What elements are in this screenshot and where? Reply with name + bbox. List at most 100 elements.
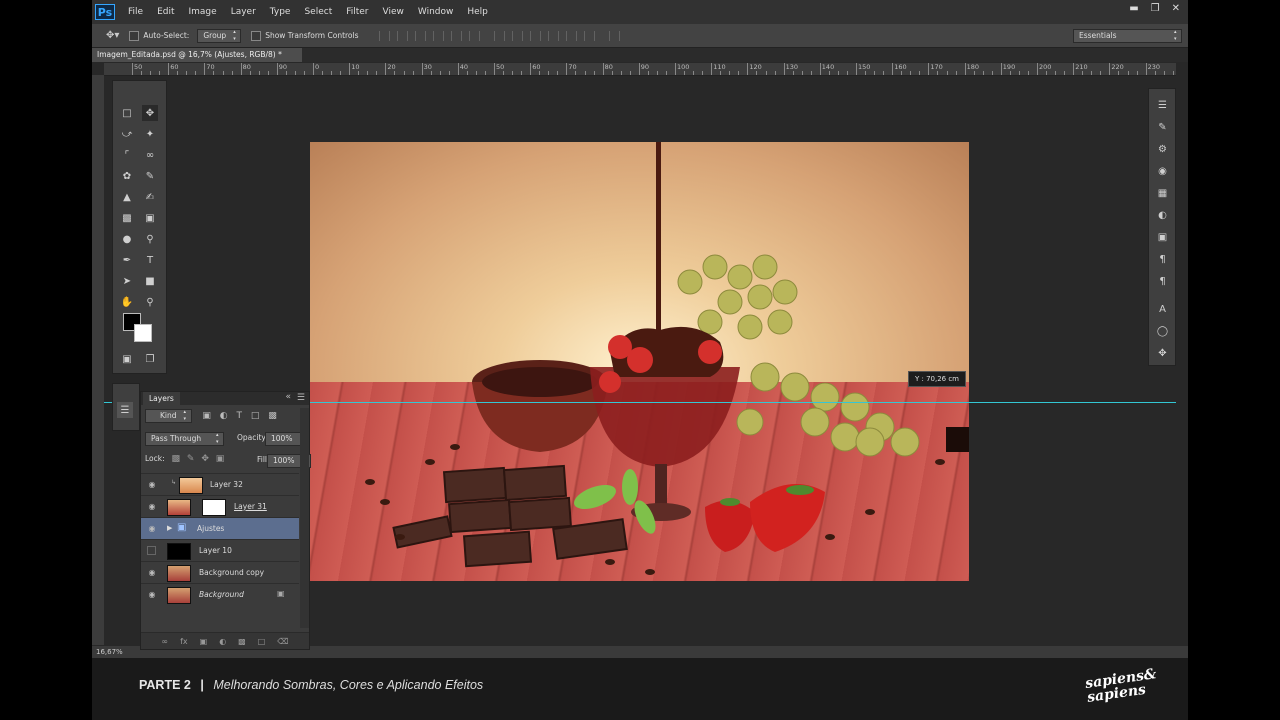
- quick-mask-icon[interactable]: ▣: [119, 351, 135, 367]
- vertical-ruler[interactable]: [92, 75, 104, 645]
- auto-select-checkbox[interactable]: [129, 30, 140, 41]
- filter-kind-dropdown[interactable]: Kind: [145, 409, 192, 423]
- menu-view[interactable]: View: [376, 7, 411, 17]
- new-group-icon[interactable]: ▩: [238, 637, 246, 646]
- delete-layer-icon[interactable]: ⌫: [277, 637, 288, 646]
- shape-tool-icon[interactable]: ■: [142, 273, 158, 289]
- distribute-bottom-icon[interactable]: [529, 30, 541, 41]
- layer-row[interactable]: Layer 10: [141, 539, 299, 561]
- minimize-icon[interactable]: ▬: [1129, 3, 1138, 14]
- auto-align-icon[interactable]: [608, 30, 620, 41]
- gradient-tool-icon[interactable]: ▣: [142, 210, 158, 226]
- adjustments-icon[interactable]: ◐: [1156, 209, 1169, 222]
- filter-adjustment-icon[interactable]: ◐: [220, 411, 228, 421]
- add-mask-icon[interactable]: ▣: [200, 637, 208, 646]
- quick-select-tool-icon[interactable]: ✦: [142, 126, 158, 142]
- layer-row-selected[interactable]: ◉ ▶ ▣ Ajustes: [141, 517, 299, 539]
- move-tool-icon[interactable]: ✥▾: [106, 30, 119, 41]
- character-icon[interactable]: A: [1156, 303, 1169, 316]
- align-top-icon[interactable]: [378, 30, 390, 41]
- dodge-tool-icon[interactable]: ⚲: [142, 231, 158, 247]
- close-icon[interactable]: ✕: [1172, 3, 1180, 14]
- distribute-right-icon[interactable]: [583, 30, 595, 41]
- workspace-dropdown[interactable]: Essentials: [1073, 29, 1182, 43]
- distribute-top-icon[interactable]: [493, 30, 505, 41]
- align-right-icon[interactable]: [468, 30, 480, 41]
- align-hcenter-icon[interactable]: [450, 30, 462, 41]
- layer-row[interactable]: ◉ Layer 31: [141, 495, 299, 517]
- brush-preset-icon[interactable]: ✎: [1156, 121, 1169, 134]
- expand-group-icon[interactable]: ▶: [167, 524, 172, 532]
- visibility-off-box[interactable]: [147, 546, 156, 555]
- menu-file[interactable]: File: [121, 7, 150, 17]
- path-selection-tool-icon[interactable]: ➤: [119, 273, 135, 289]
- brush-tool-icon[interactable]: ✎: [142, 168, 158, 184]
- eyedropper-tool-icon[interactable]: ∞: [142, 147, 158, 163]
- menu-edit[interactable]: Edit: [150, 7, 181, 17]
- layer-row[interactable]: ◉ Background copy: [141, 561, 299, 583]
- healing-brush-tool-icon[interactable]: ✿: [119, 168, 135, 184]
- color-icon[interactable]: ◉: [1156, 165, 1169, 178]
- restore-icon[interactable]: ❐: [1151, 3, 1160, 14]
- filter-type-icon[interactable]: T: [237, 411, 243, 421]
- properties-icon[interactable]: ▣: [1156, 231, 1169, 244]
- show-transform-checkbox[interactable]: [251, 30, 262, 41]
- zoom-level[interactable]: 16,67%: [96, 648, 123, 656]
- collapse-icon[interactable]: «: [285, 392, 291, 402]
- zoom-tool-icon[interactable]: ⚲: [142, 294, 158, 310]
- paragraph-icon[interactable]: ¶: [1156, 253, 1169, 266]
- background-color-swatch[interactable]: [134, 324, 152, 342]
- visibility-eye-icon[interactable]: ◉: [147, 568, 157, 577]
- lock-pixels-icon[interactable]: ✎: [187, 454, 195, 464]
- menu-filter[interactable]: Filter: [339, 7, 375, 17]
- layer-row[interactable]: ◉ ↳ Layer 32: [141, 473, 299, 495]
- filter-pixel-icon[interactable]: ▣: [202, 411, 211, 421]
- menu-help[interactable]: Help: [460, 7, 495, 17]
- layers-panel-icon[interactable]: ☰: [117, 402, 133, 418]
- history-brush-tool-icon[interactable]: ✍: [142, 189, 158, 205]
- filter-shape-icon[interactable]: □: [251, 411, 260, 421]
- align-left-icon[interactable]: [432, 30, 444, 41]
- menu-type[interactable]: Type: [263, 7, 298, 17]
- distribute-vcenter-icon[interactable]: [511, 30, 523, 41]
- layers-scrollbar[interactable]: [300, 408, 309, 628]
- auto-select-dropdown[interactable]: Group: [197, 28, 242, 43]
- new-layer-icon[interactable]: □: [258, 637, 266, 646]
- history-icon[interactable]: ☰: [1156, 99, 1169, 112]
- type-tool-icon[interactable]: T: [142, 252, 158, 268]
- lock-all-icon[interactable]: ▣: [216, 454, 225, 464]
- align-vcenter-icon[interactable]: [396, 30, 408, 41]
- crop-tool-icon[interactable]: ⌜: [119, 147, 135, 163]
- filter-smart-object-icon[interactable]: ▩: [268, 411, 277, 421]
- link-layers-icon[interactable]: ∞: [161, 637, 168, 646]
- menu-window[interactable]: Window: [411, 7, 461, 17]
- paths-icon[interactable]: ✥: [1156, 347, 1169, 360]
- document-tab[interactable]: Imagem_Editada.psd @ 16,7% (Ajustes, RGB…: [92, 48, 302, 62]
- lasso-tool-icon[interactable]: ⤻: [119, 126, 135, 142]
- marquee-tool-icon[interactable]: □: [119, 105, 135, 121]
- hand-tool-icon[interactable]: ✋: [119, 294, 135, 310]
- blend-mode-dropdown[interactable]: Pass Through: [145, 432, 224, 446]
- layer-row[interactable]: ◉ Background ▣: [141, 583, 299, 605]
- channels-icon[interactable]: ◯: [1156, 325, 1169, 338]
- screen-mode-icon[interactable]: ❐: [142, 351, 158, 367]
- paragraph-styles-icon[interactable]: ¶: [1156, 275, 1169, 288]
- layer-style-icon[interactable]: fx: [180, 637, 188, 646]
- move-tool-icon[interactable]: ✥: [142, 105, 158, 121]
- menu-select[interactable]: Select: [297, 7, 339, 17]
- distribute-left-icon[interactable]: [547, 30, 559, 41]
- visibility-eye-icon[interactable]: ◉: [147, 590, 157, 599]
- swatches-icon[interactable]: ▦: [1156, 187, 1169, 200]
- visibility-eye-icon[interactable]: ◉: [147, 502, 157, 511]
- menu-layer[interactable]: Layer: [224, 7, 263, 17]
- horizontal-ruler[interactable]: 50 60 70 80 90 0 10 20 30 40 50 60 70 80 90 100 110 120 13…: [104, 63, 1176, 76]
- visibility-eye-icon[interactable]: ◉: [147, 480, 157, 489]
- distribute-hcenter-icon[interactable]: [565, 30, 577, 41]
- visibility-eye-icon[interactable]: ◉: [147, 524, 157, 533]
- pen-tool-icon[interactable]: ✒: [119, 252, 135, 268]
- clone-stamp-tool-icon[interactable]: ▲: [119, 189, 135, 205]
- menu-image[interactable]: Image: [182, 7, 224, 17]
- panel-menu-icon[interactable]: ☰: [297, 393, 305, 403]
- adjustment-layer-icon[interactable]: ◐: [219, 637, 226, 646]
- document-image[interactable]: [310, 142, 969, 581]
